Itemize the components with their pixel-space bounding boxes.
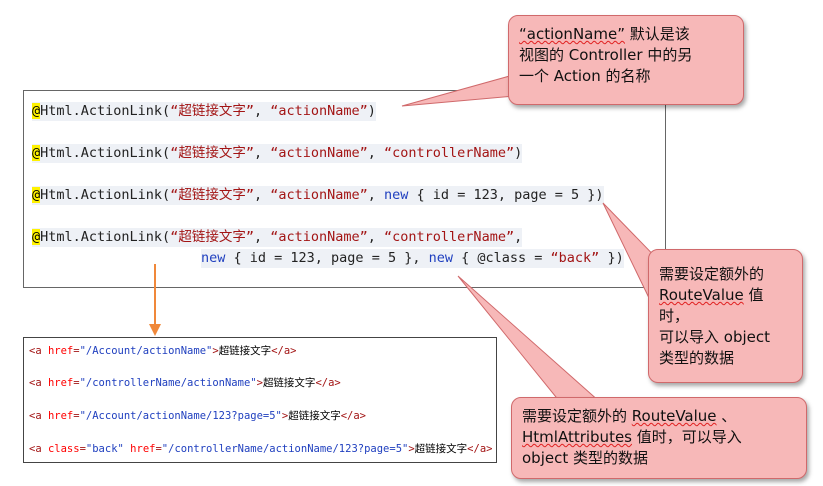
callout-action-name-line1: “actionName” 默认是该	[519, 24, 733, 45]
callout-pointer-html-attributes	[457, 275, 602, 403]
callout-action-name: “actionName” 默认是该 视图的 Controller 中的另 一个 …	[508, 15, 744, 105]
callout-html-attributes-line3: object 类型的数据	[522, 449, 648, 467]
callout-route-value-line2: RouteValue 值时，	[659, 285, 792, 327]
callout-action-name-line2: 视图的 Controller 中的另	[519, 46, 693, 64]
callout-term-routevalue: RouteValue	[659, 286, 744, 304]
callout-route-value: 需要设定额外的 RouteValue 值时， 可以导入 object 类型的数据	[648, 249, 803, 383]
callout-route-value-line1: 需要设定额外的	[659, 265, 765, 283]
callout-term-htmlattributes: HtmlAttributes	[522, 428, 632, 446]
callout-text: 值时，可以导入	[632, 428, 742, 446]
callout-html-attributes-line1: 需要设定额外的 RouteValue 、	[522, 406, 796, 427]
callout-term-routevalue: RouteValue	[631, 407, 717, 425]
callout-quoted-term: “actionName”	[519, 25, 625, 43]
callout-route-value-line4: 类型的数据	[659, 349, 735, 367]
callout-text: 需要设定额外的	[522, 407, 632, 425]
callout-text: 、	[716, 407, 737, 425]
callout-html-attributes-line2: HtmlAttributes 值时，可以导入	[522, 427, 796, 448]
down-arrow-icon	[149, 264, 161, 336]
callout-action-name-line3: 一个 Action 的名称	[519, 67, 651, 85]
callout-route-value-line3: 可以导入 object	[659, 328, 770, 346]
callout-html-attributes: 需要设定额外的 RouteValue 、 HtmlAttributes 值时，可…	[511, 397, 807, 479]
callout-text: 默认是该	[624, 25, 690, 43]
